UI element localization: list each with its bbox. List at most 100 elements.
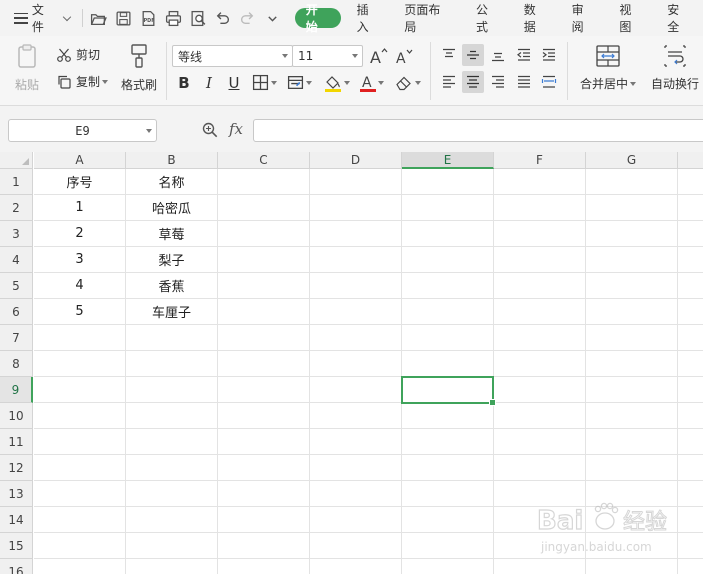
cell-g12[interactable]	[586, 455, 678, 481]
row-header-8[interactable]: 8	[0, 351, 33, 377]
align-center-button[interactable]	[462, 71, 484, 93]
cell-d16[interactable]	[310, 559, 402, 574]
column-header-b[interactable]: B	[126, 152, 218, 169]
cell-c3[interactable]	[218, 221, 310, 247]
cell-h3[interactable]	[678, 221, 703, 247]
tab-page-layout[interactable]: 页面布局	[392, 0, 464, 36]
cell-e13[interactable]	[402, 481, 494, 507]
cell-g4[interactable]	[586, 247, 678, 273]
cell-e2[interactable]	[402, 195, 494, 221]
column-header-d[interactable]: D	[310, 152, 402, 169]
tab-view[interactable]: 视图	[607, 0, 655, 36]
tab-insert[interactable]: 插入	[345, 0, 393, 36]
cell-b2[interactable]: 哈密瓜	[126, 195, 218, 221]
cell-e10[interactable]	[402, 403, 494, 429]
cell-d15[interactable]	[310, 533, 402, 559]
cell-f16[interactable]	[494, 559, 586, 574]
cell-c5[interactable]	[218, 273, 310, 299]
borders-button[interactable]	[252, 74, 277, 91]
cell-d7[interactable]	[310, 325, 402, 351]
cell-f4[interactable]	[494, 247, 586, 273]
cell-e3[interactable]	[402, 221, 494, 247]
cell-e1[interactable]	[402, 169, 494, 195]
row-header-12[interactable]: 12	[0, 455, 33, 481]
cell-g16[interactable]	[586, 559, 678, 574]
cell-h10[interactable]	[678, 403, 703, 429]
row-header-9[interactable]: 9	[0, 377, 33, 403]
row-header-5[interactable]: 5	[0, 273, 33, 299]
cell-a11[interactable]	[34, 429, 126, 455]
cell-a15[interactable]	[34, 533, 126, 559]
column-header-c[interactable]: C	[218, 152, 310, 169]
cell-h12[interactable]	[678, 455, 703, 481]
customize-toolbar-icon[interactable]	[260, 0, 285, 36]
cell-f1[interactable]	[494, 169, 586, 195]
cell-f3[interactable]	[494, 221, 586, 247]
row-header-13[interactable]: 13	[0, 481, 33, 507]
cell-c6[interactable]	[218, 299, 310, 325]
column-header-f[interactable]: F	[494, 152, 586, 169]
cell-d1[interactable]	[310, 169, 402, 195]
font-size-select[interactable]: 11	[292, 45, 363, 67]
export-pdf-icon[interactable]: PDF	[136, 0, 161, 36]
row-header-15[interactable]: 15	[0, 533, 33, 559]
cell-h8[interactable]	[678, 351, 703, 377]
font-color-button[interactable]: A	[360, 74, 384, 92]
cell-c8[interactable]	[218, 351, 310, 377]
column-header-g[interactable]: G	[586, 152, 678, 169]
cell-c10[interactable]	[218, 403, 310, 429]
cell-c13[interactable]	[218, 481, 310, 507]
font-name-select[interactable]: 等线	[172, 45, 293, 67]
cell-d10[interactable]	[310, 403, 402, 429]
copy-button[interactable]: 复制	[56, 73, 109, 90]
cell-style-button[interactable]	[287, 74, 312, 91]
row-header-3[interactable]: 3	[0, 221, 33, 247]
insert-function-button[interactable]: fx	[229, 120, 243, 138]
cell-b5[interactable]: 香蕉	[126, 273, 218, 299]
cell-a13[interactable]	[34, 481, 126, 507]
tab-formulas[interactable]: 公式	[464, 0, 512, 36]
cell-d14[interactable]	[310, 507, 402, 533]
cell-b9[interactable]	[126, 377, 218, 403]
cell-d12[interactable]	[310, 455, 402, 481]
cell-d6[interactable]	[310, 299, 402, 325]
cell-a3[interactable]: 2	[34, 221, 126, 247]
cell-f2[interactable]	[494, 195, 586, 221]
align-bottom-button[interactable]	[487, 44, 509, 66]
cell-d11[interactable]	[310, 429, 402, 455]
select-all-corner[interactable]	[0, 152, 33, 169]
cell-d9[interactable]	[310, 377, 402, 403]
cell-h9[interactable]	[678, 377, 703, 403]
cell-e5[interactable]	[402, 273, 494, 299]
cell-a8[interactable]	[34, 351, 126, 377]
cell-c4[interactable]	[218, 247, 310, 273]
increase-font-size-button[interactable]: A	[368, 45, 390, 67]
cell-a9[interactable]	[34, 377, 126, 403]
cell-b16[interactable]	[126, 559, 218, 574]
row-header-2[interactable]: 2	[0, 195, 33, 221]
cell-h7[interactable]	[678, 325, 703, 351]
cell-a7[interactable]	[34, 325, 126, 351]
cell-e15[interactable]	[402, 533, 494, 559]
cell-c7[interactable]	[218, 325, 310, 351]
align-middle-button[interactable]	[462, 44, 484, 66]
cell-e4[interactable]	[402, 247, 494, 273]
decrease-indent-button[interactable]	[513, 44, 535, 66]
redo-icon[interactable]	[235, 0, 260, 36]
cell-a2[interactable]: 1	[34, 195, 126, 221]
cell-h14[interactable]	[678, 507, 703, 533]
paste-button[interactable]: 粘贴	[10, 42, 44, 93]
column-header-a[interactable]: A	[34, 152, 126, 169]
cell-f7[interactable]	[494, 325, 586, 351]
cell-b7[interactable]	[126, 325, 218, 351]
cell-b3[interactable]: 草莓	[126, 221, 218, 247]
cell-c9[interactable]	[218, 377, 310, 403]
file-menu[interactable]: 文件	[0, 0, 78, 36]
decrease-font-size-button[interactable]: A	[394, 45, 416, 67]
cell-f9[interactable]	[494, 377, 586, 403]
cell-h1[interactable]	[678, 169, 703, 195]
justify-button[interactable]	[513, 71, 535, 93]
cell-d3[interactable]	[310, 221, 402, 247]
row-header-7[interactable]: 7	[0, 325, 33, 351]
cell-d4[interactable]	[310, 247, 402, 273]
